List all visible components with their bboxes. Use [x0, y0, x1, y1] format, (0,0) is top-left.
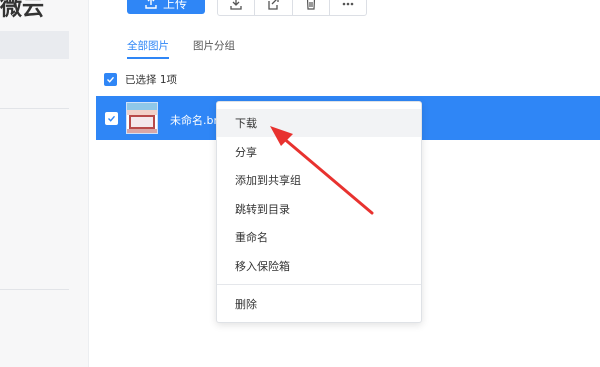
delete-button[interactable]: [293, 0, 330, 15]
file-thumbnail[interactable]: [126, 102, 158, 134]
more-icon: [341, 0, 355, 14]
select-all-checkbox[interactable]: [104, 73, 117, 86]
file-checkbox[interactable]: [105, 112, 118, 125]
menu-item-download[interactable]: 下载: [217, 109, 421, 137]
menu-divider: [217, 284, 421, 285]
tab-image-groups[interactable]: 图片分组: [193, 38, 235, 59]
download-button[interactable]: [218, 0, 256, 15]
menu-item-delete[interactable]: 删除: [217, 290, 421, 318]
menu-item-share[interactable]: 分享: [217, 138, 421, 166]
upload-button[interactable]: 上传: [127, 0, 205, 14]
check-icon: [107, 76, 115, 83]
sidebar-item-active[interactable]: [0, 31, 69, 59]
tab-all-images[interactable]: 全部图片: [127, 38, 169, 59]
sidebar-divider: [0, 289, 69, 290]
sidebar: 微云: [0, 0, 89, 367]
selection-count: 已选择 1项: [125, 74, 178, 86]
share-button[interactable]: [255, 0, 293, 15]
upload-button-label: 上传: [162, 0, 187, 11]
upload-icon: [145, 0, 157, 9]
toolbar-actions: [217, 0, 367, 16]
more-button[interactable]: [330, 0, 366, 15]
menu-item-rename[interactable]: 重命名: [217, 223, 421, 251]
share-icon: [266, 0, 280, 14]
file-name[interactable]: 未命名.br: [170, 112, 218, 128]
selection-bar: 已选择 1项: [104, 72, 177, 87]
tabs: 全部图片 图片分组: [127, 38, 235, 59]
menu-item-add-to-shared-group[interactable]: 添加到共享组: [217, 166, 421, 194]
menu-item-go-to-directory[interactable]: 跳转到目录: [217, 195, 421, 223]
download-icon: [229, 0, 243, 14]
context-menu: 下载 分享 添加到共享组 跳转到目录 重命名 移入保险箱 删除: [216, 101, 422, 323]
trash-icon: [304, 0, 318, 14]
check-icon: [108, 115, 116, 122]
sidebar-divider: [0, 108, 69, 109]
app-logo: 微云: [0, 0, 45, 21]
menu-item-move-to-safe[interactable]: 移入保险箱: [217, 252, 421, 280]
